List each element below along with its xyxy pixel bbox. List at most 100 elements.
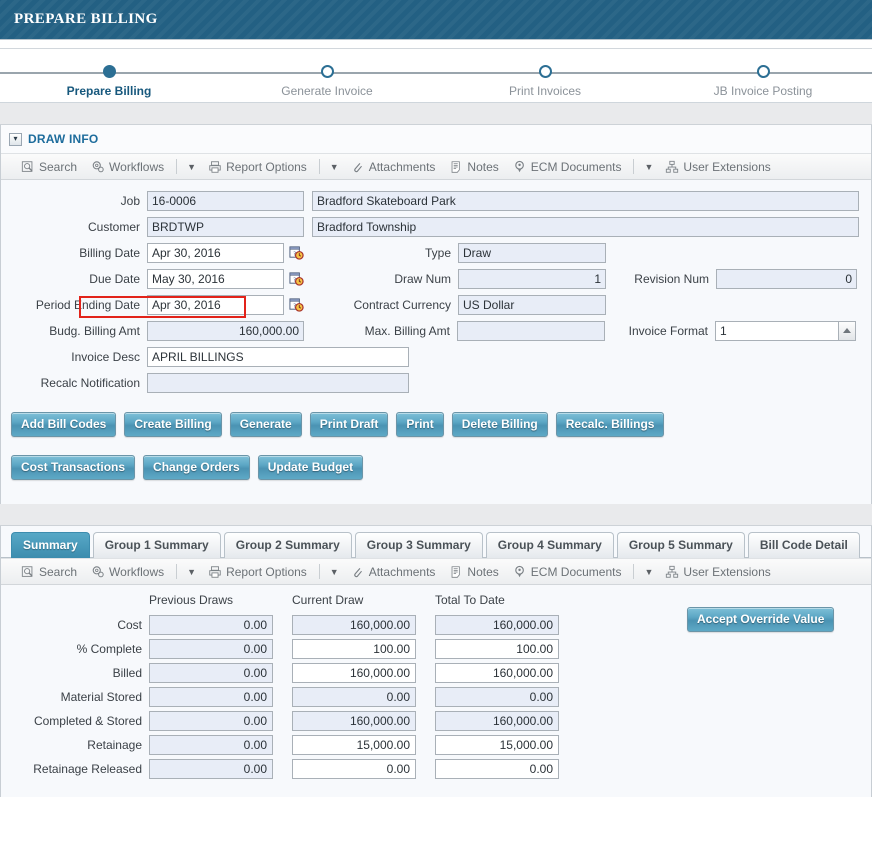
invoice-format-field[interactable]: 1 [715, 320, 839, 341]
toolbar-item-ecm-documents[interactable]: ECM Documents [507, 563, 628, 581]
summary-cell-completed-stored-2[interactable]: 160,000.00 [435, 711, 559, 731]
toolbar-item-attachments[interactable]: Attachments [345, 158, 442, 176]
summary-cell--complete-1[interactable]: 100.00 [292, 639, 416, 659]
summary-cell-retainage-1[interactable]: 15,000.00 [292, 735, 416, 755]
contract-currency-label: Contract Currency [353, 297, 451, 312]
billing-date-field[interactable]: Apr 30, 2016 [147, 242, 284, 263]
toolbar-item-attachments[interactable]: Attachments [345, 563, 442, 581]
stepper-step-jb-invoice-posting[interactable]: JB Invoice Posting [654, 49, 872, 102]
toolbar-item-search[interactable]: Search [15, 158, 83, 176]
due-date-field[interactable]: May 30, 2016 [147, 268, 284, 289]
delete-billing-button[interactable]: Delete Billing [451, 412, 548, 437]
printer-icon [208, 565, 222, 579]
summary-cell-retainage-released-0[interactable]: 0.00 [149, 759, 273, 779]
summary-cell-retainage-released-2[interactable]: 0.00 [435, 759, 559, 779]
calendar-icon[interactable]: ? [287, 270, 305, 288]
cost-transactions-button[interactable]: Cost Transactions [11, 455, 136, 480]
summary-cell--complete-2[interactable]: 100.00 [435, 639, 559, 659]
summary-row-label: Retainage Released [33, 762, 142, 776]
stepper-step-print-invoices[interactable]: Print Invoices [436, 49, 654, 102]
calendar-icon[interactable]: ? [287, 296, 305, 314]
chevron-down-icon[interactable]: ▾ [9, 132, 22, 146]
summary-cell-retainage-0[interactable]: 0.00 [149, 735, 273, 755]
recalc-notification-field[interactable] [147, 372, 409, 393]
tab-group-3-summary[interactable]: Group 3 Summary [354, 532, 483, 558]
toolbar-item-label: User Extensions [683, 159, 771, 174]
invoice-format-stepper-up-button[interactable] [839, 320, 856, 341]
revision-num-field[interactable]: 0 [716, 268, 857, 289]
tab-group-5-summary[interactable]: Group 5 Summary [616, 532, 745, 558]
summary-row-label: Billed [112, 666, 142, 680]
toolbar-item-workflows[interactable]: Workflows [85, 563, 170, 581]
summary-cell-material-stored-2[interactable]: 0.00 [435, 687, 559, 707]
draw-info-toolbar[interactable]: Search Workflows ▼ Report Options ▼ Attachmen… [1, 153, 871, 180]
type-field[interactable]: Draw [458, 242, 606, 263]
summary-cell-billed-0[interactable]: 0.00 [149, 663, 273, 683]
update-budget-button[interactable]: Update Budget [257, 455, 364, 480]
summary-toolbar[interactable]: Search Workflows ▼ Report Options ▼ Attachmen… [1, 558, 871, 585]
field-row-recalc-notification: Recalc Notification [1, 370, 871, 395]
chevron-down-icon[interactable]: ▼ [183, 160, 200, 174]
accept-override-value-button[interactable]: Accept Override Value [687, 607, 835, 632]
job-description-field[interactable]: Bradford Skateboard Park [312, 190, 859, 211]
summary-cell-material-stored-1[interactable]: 0.00 [292, 687, 416, 707]
chevron-down-icon[interactable]: ▼ [326, 565, 343, 579]
tab-bill-code-detail[interactable]: Bill Code Detail [747, 532, 860, 558]
toolbar-item-workflows[interactable]: Workflows [85, 158, 170, 176]
chevron-down-icon[interactable]: ▼ [640, 565, 657, 579]
job-field[interactable]: 16-0006 [147, 190, 304, 211]
summary-cell-billed-2[interactable]: 160,000.00 [435, 663, 559, 683]
customer-field[interactable]: BRDTWP [147, 216, 304, 237]
draw-num-field[interactable]: 1 [458, 268, 606, 289]
draw-info-section-header[interactable]: ▾ DRAW INFO [1, 125, 871, 153]
summary-cell-billed-1[interactable]: 160,000.00 [292, 663, 416, 683]
summary-cell-retainage-released-1[interactable]: 0.00 [292, 759, 416, 779]
toolbar-item-report-options[interactable]: Report Options [202, 158, 313, 176]
create-billing-button[interactable]: Create Billing [124, 412, 222, 437]
budget-billing-amount-field[interactable]: 160,000.00 [147, 320, 304, 341]
summary-cell-cost-0[interactable]: 0.00 [149, 615, 273, 635]
tab-summary[interactable]: Summary [11, 532, 90, 558]
invoice-description-field[interactable]: APRIL BILLINGS [147, 346, 409, 367]
summary-cell--complete-0[interactable]: 0.00 [149, 639, 273, 659]
summary-cell-completed-stored-0[interactable]: 0.00 [149, 711, 273, 731]
summary-cell-retainage-2[interactable]: 15,000.00 [435, 735, 559, 755]
summary-row: Material Stored 0.00 0.00 0.00 [1, 685, 871, 709]
tab-group-1-summary[interactable]: Group 1 Summary [92, 532, 221, 558]
chevron-down-icon[interactable]: ▼ [640, 160, 657, 174]
draw-info-action-buttons-row2: Cost Transactions Change Orders Update Bud… [1, 455, 871, 480]
summary-tabstrip[interactable]: Summary Group 1 Summary Group 2 Summary Gro… [1, 526, 871, 558]
recalc-billings-button[interactable]: Recalc. Billings [555, 412, 665, 437]
period-ending-date-field[interactable]: Apr 30, 2016 [147, 294, 284, 315]
tab-group-4-summary[interactable]: Group 4 Summary [485, 532, 614, 558]
summary-cell-completed-stored-1[interactable]: 160,000.00 [292, 711, 416, 731]
add-bill-codes-button[interactable]: Add Bill Codes [11, 412, 117, 437]
chevron-down-icon[interactable]: ▼ [326, 160, 343, 174]
max-billing-amount-field[interactable] [457, 320, 605, 341]
stepper-step-prepare-billing[interactable]: Prepare Billing [0, 49, 218, 102]
print-draft-button[interactable]: Print Draft [309, 412, 389, 437]
summary-cell-cost-1[interactable]: 160,000.00 [292, 615, 416, 635]
toolbar-item-user-extensions[interactable]: User Extensions [659, 158, 776, 176]
toolbar-item-ecm-documents[interactable]: ECM Documents [507, 158, 628, 176]
toolbar-item-notes[interactable]: Notes [443, 563, 504, 581]
toolbar-item-search[interactable]: Search [15, 563, 83, 581]
summary-cell-cost-2[interactable]: 160,000.00 [435, 615, 559, 635]
toolbar-item-notes[interactable]: Notes [443, 158, 504, 176]
tab-group-2-summary[interactable]: Group 2 Summary [223, 532, 352, 558]
print-button[interactable]: Print [396, 412, 444, 437]
customer-description-field[interactable]: Bradford Township [312, 216, 859, 237]
contract-currency-field[interactable]: US Dollar [458, 294, 606, 315]
change-orders-button[interactable]: Change Orders [143, 455, 250, 480]
calendar-icon[interactable]: ? [287, 244, 305, 262]
toolbar-item-label: Notes [467, 159, 499, 174]
summary-cell-material-stored-0[interactable]: 0.00 [149, 687, 273, 707]
generate-button[interactable]: Generate [229, 412, 302, 437]
toolbar-item-report-options[interactable]: Report Options [202, 563, 313, 581]
notes-icon [449, 565, 463, 579]
toolbar-item-label: Workflows [109, 159, 165, 174]
stepper-step-generate-invoice[interactable]: Generate Invoice [218, 49, 436, 102]
chevron-down-icon[interactable]: ▼ [183, 565, 200, 579]
search-icon [21, 565, 35, 579]
toolbar-item-user-extensions[interactable]: User Extensions [659, 563, 776, 581]
